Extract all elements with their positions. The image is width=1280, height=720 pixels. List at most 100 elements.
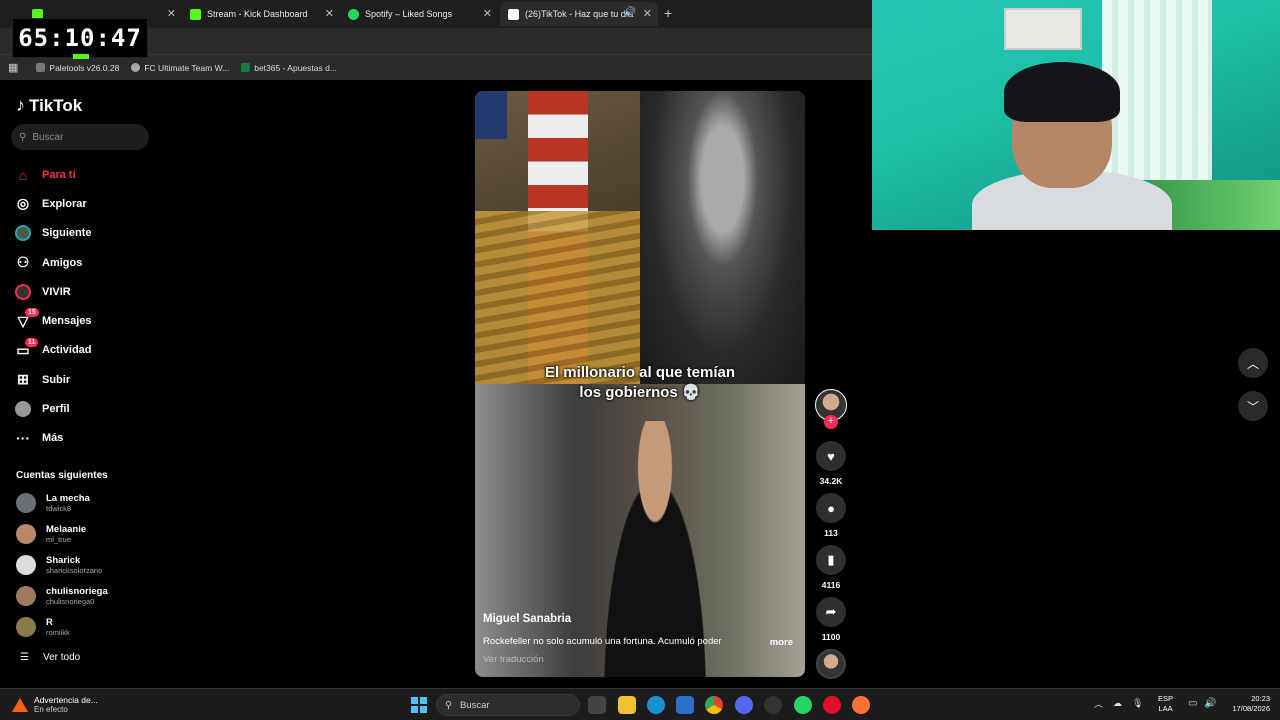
avatar <box>16 493 36 513</box>
previous-video-button[interactable]: ︿ <box>1238 348 1268 378</box>
nav-mensajes[interactable]: ▽ 15 Mensajes <box>14 306 154 335</box>
chevron-up-icon: ︿ <box>1246 356 1259 371</box>
comment-icon: ● <box>827 500 835 516</box>
video-caption: El millonario al que temían los gobierno… <box>475 363 805 403</box>
activity-badge: 11 <box>25 337 39 347</box>
tab-kick-dashboard[interactable]: Stream - Kick Dashboard ✕ <box>182 2 340 26</box>
warning-notification[interactable]: Advertencia de... En efecto <box>12 695 98 715</box>
nav-para-ti[interactable]: ⌂ Para ti <box>14 160 154 189</box>
following-account[interactable]: La mecha tdwick8 <box>16 493 90 513</box>
stream-timer-value: 65:10:47 <box>18 24 142 52</box>
task-view-icon[interactable] <box>588 696 606 714</box>
nav-siguiente[interactable]: Siguiente <box>14 219 154 248</box>
tab-close-icon[interactable]: ✕ <box>167 7 176 20</box>
obs-icon[interactable] <box>764 696 782 714</box>
tab-close-icon[interactable]: ✕ <box>483 7 492 20</box>
compass-icon: ◎ <box>16 195 30 212</box>
bookmark-paletools[interactable]: Paletools v26.0.28 <box>36 63 119 73</box>
whatsapp-icon[interactable] <box>794 696 812 714</box>
nav-label: Explorar <box>42 197 87 210</box>
account-name: Sharick <box>46 555 81 566</box>
nav-amigos[interactable]: ⚇ Amigos <box>14 248 154 277</box>
tab-spotify[interactable]: Spotify – Liked Songs ✕ <box>340 2 498 26</box>
nav-explorar[interactable]: ◎ Explorar <box>14 189 154 218</box>
like-button[interactable]: ♥ <box>816 441 846 471</box>
more-link[interactable]: more <box>770 637 793 648</box>
warning-subtitle: En efecto <box>34 705 68 714</box>
globe-icon <box>131 63 141 72</box>
chevron-up-icon[interactable]: ︿ <box>1094 697 1103 710</box>
nav-vivir[interactable]: VIVIR <box>14 277 154 306</box>
search-input[interactable]: ⚲ Buscar <box>11 124 149 150</box>
chevron-down-icon: ﹀ <box>1246 399 1259 414</box>
list-icon: ☰ <box>20 652 29 663</box>
heart-icon: ♥ <box>827 448 835 464</box>
share-button[interactable]: ➦ <box>816 597 846 627</box>
comment-count: 113 <box>824 528 838 538</box>
opera-icon[interactable] <box>823 696 841 714</box>
new-tab-button[interactable]: + <box>664 5 672 21</box>
account-name: chulisnoriega <box>46 586 108 597</box>
save-button[interactable]: ▮ <box>816 545 846 575</box>
tab-close-icon[interactable]: ✕ <box>325 7 334 20</box>
nav-label: Actividad <box>42 344 92 357</box>
account-handle: tdwick8 <box>46 504 72 513</box>
file-explorer-icon[interactable] <box>618 696 636 714</box>
following-account[interactable]: chulisnoriega chulisnoriega0 <box>16 586 108 606</box>
tab-close-icon[interactable]: ✕ <box>643 7 652 20</box>
start-button[interactable] <box>411 697 427 713</box>
video-author[interactable]: Miguel Sanabria <box>483 613 571 625</box>
account-handle: romiikk <box>46 628 70 637</box>
video-gold-bars <box>475 211 640 384</box>
next-video-button[interactable]: ﹀ <box>1238 391 1268 421</box>
nav-actividad[interactable]: ▭ 11 Actividad <box>14 336 154 365</box>
bookmark-fc-ultimate[interactable]: FC Ultimate Team W... <box>131 63 229 73</box>
following-account[interactable]: Rromiikk <box>16 617 70 637</box>
live-icon <box>14 283 32 301</box>
translate-link[interactable]: Ver traducción <box>483 654 544 665</box>
apps-grid-icon[interactable]: ▦ <box>8 61 18 74</box>
language-indicator[interactable]: ESP LAA <box>1158 694 1173 714</box>
music-disc[interactable] <box>816 649 846 679</box>
nav-perfil[interactable]: Perfil <box>14 394 154 423</box>
store-icon[interactable] <box>676 696 694 714</box>
bookmark-label: Paletools v26.0.28 <box>49 62 120 73</box>
volume-icon[interactable]: 🔊 <box>1204 698 1216 709</box>
clock-time: 20:23 <box>1251 694 1270 703</box>
cloud-icon[interactable]: ☁ <box>1113 698 1122 709</box>
network-icon[interactable]: ▭ <box>1188 698 1197 709</box>
tiktok-sidebar: ♪ TikTok ⚲ Buscar ⌂ Para ti ◎ Explorar S… <box>0 80 160 688</box>
discord-icon[interactable] <box>735 696 753 714</box>
account-name: La mecha <box>46 493 90 504</box>
edge-icon[interactable] <box>647 696 665 714</box>
firefox-icon[interactable] <box>852 696 870 714</box>
caption-line: los gobiernos 💀 <box>579 384 701 401</box>
video-player[interactable]: El millonario al que temían los gobierno… <box>475 91 805 677</box>
nav-subir[interactable]: ⊞ Subir <box>14 365 154 394</box>
share-count: 1100 <box>821 632 841 642</box>
following-account[interactable]: Sharick sharicksolorzano <box>16 555 102 575</box>
speaker-icon[interactable]: 🔊 <box>624 7 636 18</box>
follow-plus-icon[interactable]: + <box>824 415 838 429</box>
language-code: ESP <box>1158 694 1174 703</box>
see-all-label: Ver todo <box>42 652 81 663</box>
following-account[interactable]: Melaanie ml_true <box>16 524 86 544</box>
main-nav: ⌂ Para ti ◎ Explorar Siguiente ⚇ Amigos … <box>14 160 154 453</box>
tiktok-logo[interactable]: ♪ TikTok <box>16 95 82 116</box>
taskbar-search[interactable]: ⚲ Buscar <box>436 694 580 716</box>
kick-favicon-icon <box>190 8 201 20</box>
microphone-icon[interactable]: 🎙 <box>1132 698 1143 709</box>
account-handle: ml_true <box>46 535 72 544</box>
chrome-icon[interactable] <box>705 696 723 714</box>
avatar <box>16 617 36 637</box>
clock-date: 17/08/2026 <box>1232 704 1270 713</box>
system-clock[interactable]: 20:23 17/08/2026 <box>1222 694 1270 714</box>
comment-button[interactable]: ● <box>816 493 846 523</box>
see-all-link[interactable]: ☰ Ver todo <box>20 652 80 663</box>
bookmark-bet365[interactable]: bet365 - Apuestas d... <box>241 63 337 73</box>
account-name: Melaanie <box>46 524 87 535</box>
search-icon: ⚲ <box>445 699 452 711</box>
flag-canton <box>475 91 507 139</box>
nav-mas[interactable]: ··· Más <box>14 424 154 453</box>
tab-tiktok[interactable]: (26)TikTok - Haz que tu día 🔊 ✕ <box>500 2 658 26</box>
